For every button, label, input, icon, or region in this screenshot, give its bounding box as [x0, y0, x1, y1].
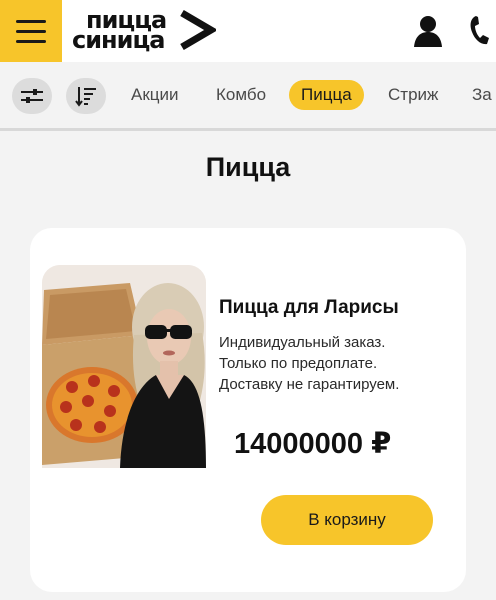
- tab-kombo[interactable]: Комбо: [216, 80, 266, 110]
- product-name: Пицца для Ларисы: [219, 297, 399, 318]
- product-image[interactable]: [42, 265, 206, 468]
- filter-settings-icon: [21, 89, 43, 103]
- page-title: Пицца: [205, 152, 291, 182]
- logo-arrow-icon: [180, 10, 216, 50]
- filter-settings-button[interactable]: [12, 78, 52, 114]
- category-bar-divider: [0, 128, 496, 131]
- sort-icon: [75, 87, 96, 107]
- logo-text: пицца синица: [72, 6, 167, 54]
- tab-akcii[interactable]: Акции: [131, 80, 179, 110]
- tab-more[interactable]: За: [472, 80, 492, 110]
- product-description-line: Только по предоплате.: [219, 355, 378, 372]
- logo[interactable]: пицца синица: [72, 6, 222, 54]
- sort-button[interactable]: [66, 78, 106, 114]
- product-price: 14000000 ₽: [234, 428, 392, 460]
- tab-strizh[interactable]: Стриж: [388, 80, 438, 110]
- product-description-line: Доставку не гарантируем.: [219, 376, 400, 393]
- product-photo: [42, 265, 206, 468]
- phone-icon[interactable]: [466, 12, 496, 48]
- user-icon[interactable]: [412, 14, 444, 48]
- product-description-line: Индивидуальный заказ.: [219, 334, 386, 351]
- add-to-cart-button[interactable]: В корзину: [261, 495, 433, 545]
- product-description: Индивидуальный заказ. Только по предопла…: [219, 332, 459, 395]
- app-header: пицца синица: [0, 0, 496, 62]
- tab-pizza[interactable]: Пицца: [289, 80, 364, 110]
- menu-icon[interactable]: [0, 0, 62, 62]
